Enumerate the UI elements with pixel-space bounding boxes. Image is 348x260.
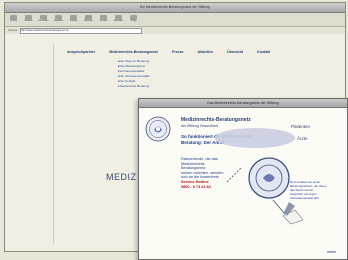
security-label: Sicherheit: [113, 20, 124, 22]
nav-item-news[interactable]: Aktuelles: [198, 50, 214, 54]
reload-label: Neu laden: [38, 20, 49, 22]
security-button[interactable]: Sicherheit: [112, 14, 125, 25]
next-link[interactable]: weiter: [327, 250, 336, 254]
consultation-diagram: [215, 128, 304, 225]
label-patients: Patienten: [291, 124, 311, 129]
print-button[interactable]: Drucken: [97, 14, 110, 25]
nav-item-contact[interactable]: Kontakt: [257, 50, 270, 54]
stop-button[interactable]: Stopp: [127, 14, 140, 25]
back-button[interactable]: Zurück: [7, 14, 20, 25]
headline-word: MEDIZ: [106, 172, 137, 182]
stop-label: Stopp: [130, 20, 137, 22]
netscape-button[interactable]: Netscape: [82, 14, 95, 25]
forward-label: Vorwärts: [24, 20, 33, 22]
label-doctors: Ärzte: [297, 136, 308, 141]
browser-title-bar: Die Medizinrechts-Beratungsnetz der Stif…: [5, 3, 345, 13]
back-label: Zurück: [10, 20, 17, 22]
search-label: Suchen: [69, 20, 78, 22]
reload-button[interactable]: Neu laden: [37, 14, 50, 25]
forward-button[interactable]: Vorwärts: [22, 14, 35, 25]
submenu-item[interactable]: Telefonische Beratung: [118, 84, 150, 89]
nav-item-overview[interactable]: Übersicht: [227, 50, 243, 54]
address-input[interactable]: http://www.medizinrechts-beratungsnetz.d…: [19, 27, 142, 34]
diagram-arc: [215, 128, 295, 148]
popup-body: Medizinrechts-Beratungsnetz der Stiftung…: [139, 108, 347, 259]
print-label: Drucken: [99, 20, 108, 22]
submenu: Der Weg zur Beratung Das Beratungsnetz V…: [118, 59, 150, 89]
search-button[interactable]: Suchen: [67, 14, 80, 25]
home-button[interactable]: Startseite: [52, 14, 65, 25]
address-label: Adresse:: [8, 29, 18, 32]
home-label: Startseite: [53, 20, 64, 22]
arrow-out-icon: [272, 199, 286, 215]
browser-toolbar: Zurück Vorwärts Neu laden Startseite Suc…: [5, 13, 345, 27]
popup-brand-name: Medizinrechts-Beratungsnetz: [181, 117, 251, 123]
divider: [53, 44, 54, 244]
nav-item-press[interactable]: Presse: [172, 50, 183, 54]
nav-item-contacts[interactable]: Ansprechpartner: [67, 50, 95, 54]
popup-title-bar: Das Medizinrechts-Beratungsnetz der Stif…: [139, 99, 347, 108]
nav-item-network[interactable]: Medizinrechts-Beratungsnetz: [109, 50, 158, 54]
main-nav: Ansprechpartner Medizinrechts-Beratungsn…: [67, 50, 270, 54]
arrow-in-icon: [226, 167, 242, 183]
netscape-label: Netscape: [83, 20, 94, 22]
foundation-seal-icon: [145, 116, 171, 142]
popup-note: Dort erhalten sie einen Beratungsschein,…: [290, 180, 328, 200]
popup-window: Das Medizinrechts-Beratungsnetz der Stif…: [138, 98, 348, 260]
popup-note-line: Vertrauensanwalt gibt.: [290, 196, 320, 200]
